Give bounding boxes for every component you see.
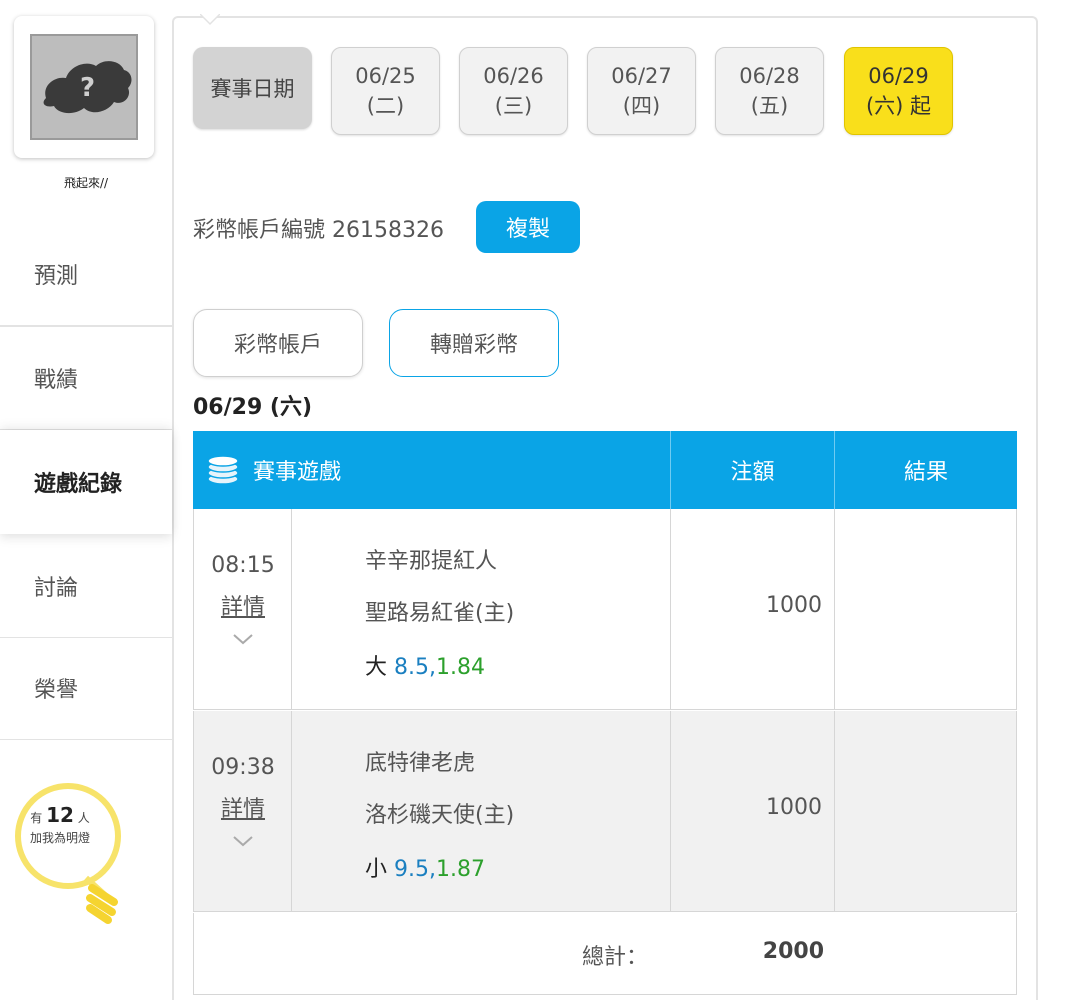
time-cell: 08:15 詳情 xyxy=(193,509,291,710)
game-time: 09:38 xyxy=(211,755,275,780)
date-text: 06/26 xyxy=(483,64,544,88)
game-cell: 辛辛那提紅人 聖路易紅雀(主) 大 8.5,1.84 xyxy=(291,509,670,710)
game-time: 08:15 xyxy=(211,553,275,578)
date-button-0629-selected[interactable]: 06/29 (六) 起 xyxy=(844,47,953,135)
date-button-0626[interactable]: 06/26 (三) xyxy=(459,47,568,135)
table-row: 08:15 詳情 辛辛那提紅人 聖路易紅雀(主) 大 8.5,1.84 1000 xyxy=(193,509,1017,710)
away-team: 底特律老虎 xyxy=(365,751,476,776)
amount-cell: 1000 xyxy=(670,509,834,710)
header-game-label: 賽事遊戲 xyxy=(253,460,342,485)
total-row: 總計： 2000 xyxy=(193,913,1017,995)
date-text: 06/29 xyxy=(868,64,929,88)
pick-label: 大 xyxy=(365,655,388,680)
header-game: 賽事遊戲 xyxy=(193,431,670,509)
bet-pick: 大 8.5,1.84 xyxy=(365,649,485,681)
day-title: 06/29 (六) xyxy=(193,395,313,420)
lightbulb-icon[interactable] xyxy=(10,778,130,928)
date-button-0627[interactable]: 06/27 (四) xyxy=(587,47,696,135)
weekday-text: (二) xyxy=(366,94,405,118)
nav-item-label: 預測 xyxy=(34,263,79,289)
tab-coin-account[interactable]: 彩幣帳戶 xyxy=(193,309,363,377)
game-cell: 底特律老虎 洛杉磯天使(主) 小 9.5,1.87 xyxy=(291,711,670,912)
weekday-text: (三) xyxy=(494,94,533,118)
date-button-0628[interactable]: 06/28 (五) xyxy=(715,47,824,135)
sidebar: ? 飛起來// 預測 戰績 遊戲紀錄 討論 榮譽 有 12 人 加我為明燈 xyxy=(0,0,172,1000)
bet-pick: 小 9.5,1.87 xyxy=(365,851,485,883)
detail-link[interactable]: 詳情 xyxy=(194,791,292,823)
table-header: 賽事遊戲 注額 結果 xyxy=(193,431,1017,509)
nav-item-discussion[interactable]: 討論 xyxy=(0,534,172,638)
copy-button[interactable]: 複製 xyxy=(476,201,580,253)
away-team: 辛辛那提紅人 xyxy=(365,549,498,574)
weekday-text: (六) 起 xyxy=(865,94,932,118)
coins-icon xyxy=(207,455,239,485)
lightbulb-count: 有 12 人 加我為明燈 xyxy=(10,805,110,848)
home-team: 洛杉磯天使(主) xyxy=(365,803,515,828)
unknown-user-icon: ? xyxy=(32,36,136,138)
panel-notch xyxy=(200,14,220,26)
amount-cell: 1000 xyxy=(670,711,834,912)
account-number: 彩幣帳戶編號 26158326 xyxy=(193,218,444,243)
bet-line: 8.5, xyxy=(394,655,436,680)
total-label: 總計： xyxy=(582,945,649,970)
bulb-caption: 加我為明燈 xyxy=(29,831,90,845)
date-button-0625[interactable]: 06/25 (二) xyxy=(331,47,440,135)
table-row: 09:38 詳情 底特律老虎 洛杉磯天使(主) 小 9.5,1.87 1000 xyxy=(193,711,1017,912)
home-team: 聖路易紅雀(主) xyxy=(365,601,515,626)
bet-amount: 1000 xyxy=(766,593,822,618)
weekday-text: (五) xyxy=(750,94,789,118)
username: 飛起來// xyxy=(63,176,109,190)
svg-text:?: ? xyxy=(80,73,95,103)
chevron-down-icon[interactable] xyxy=(231,833,255,849)
header-amount: 注額 xyxy=(670,431,834,509)
nav-item-game-history[interactable]: 遊戲紀錄 xyxy=(0,430,172,534)
detail-link[interactable]: 詳情 xyxy=(194,589,292,621)
result-cell xyxy=(834,509,1017,710)
bulb-count: 12 xyxy=(46,803,74,827)
chevron-down-icon[interactable] xyxy=(231,631,255,647)
date-text: 06/25 xyxy=(355,64,416,88)
bet-line: 9.5, xyxy=(394,857,436,882)
nav-item-honor[interactable]: 榮譽 xyxy=(0,636,172,740)
weekday-text: (四) xyxy=(622,94,661,118)
nav-item-label: 遊戲紀錄 xyxy=(34,472,123,497)
result-cell xyxy=(834,711,1017,912)
date-text: 06/27 xyxy=(611,64,672,88)
bet-odds: 1.84 xyxy=(436,655,485,680)
nav-item-label: 戰績 xyxy=(34,368,79,393)
bulb-prefix: 有 xyxy=(30,811,43,825)
bulb-suffix: 人 xyxy=(77,811,90,825)
pick-label: 小 xyxy=(365,857,388,882)
nav-item-label: 討論 xyxy=(34,575,79,601)
bet-odds: 1.87 xyxy=(436,857,485,882)
avatar-card[interactable]: ? xyxy=(14,16,154,158)
nav-item-predict[interactable]: 預測 xyxy=(0,222,172,326)
tab-transfer-coins[interactable]: 轉贈彩幣 xyxy=(389,309,559,377)
total-value: 2000 xyxy=(762,939,824,964)
bet-amount: 1000 xyxy=(766,795,822,820)
nav-item-record[interactable]: 戰績 xyxy=(0,326,172,430)
time-cell: 09:38 詳情 xyxy=(193,711,291,912)
date-label: 賽事日期 xyxy=(193,47,312,129)
header-result: 結果 xyxy=(834,431,1017,509)
avatar[interactable]: ? xyxy=(30,34,138,140)
date-text: 06/28 xyxy=(739,64,800,88)
nav-item-label: 榮譽 xyxy=(34,677,79,703)
